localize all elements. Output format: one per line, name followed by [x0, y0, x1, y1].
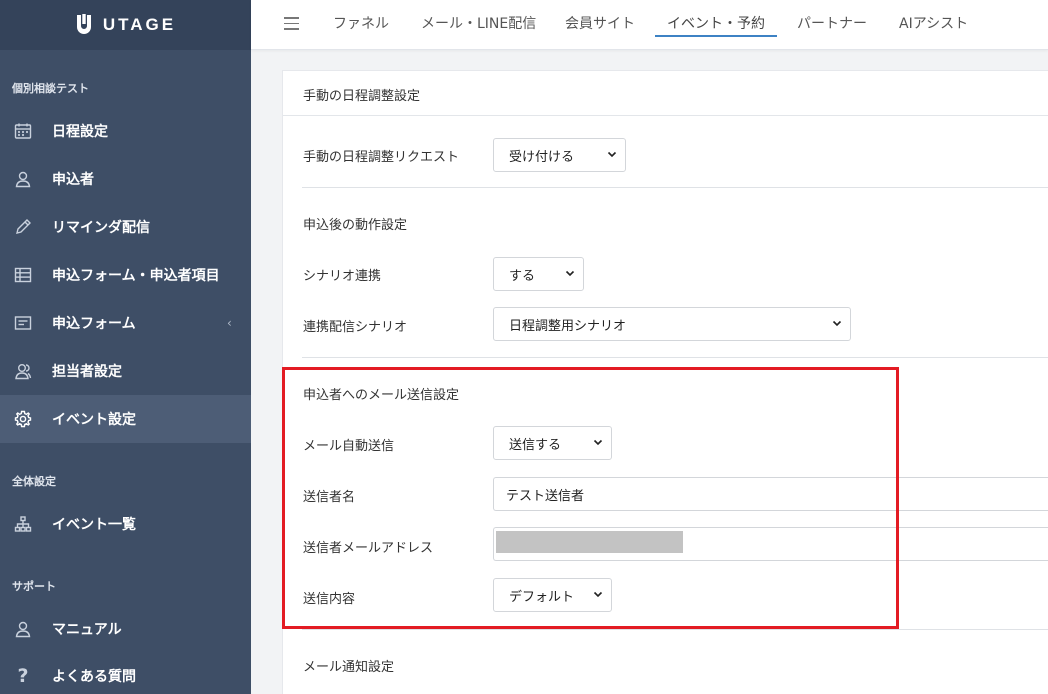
select-value: 受け付ける [509, 149, 575, 165]
utage-logo-icon [76, 14, 91, 34]
divider [302, 629, 1048, 630]
top-navbar: ファネル メール・LINE配信 会員サイト イベント・予約 パートナー AIアシ… [251, 0, 1048, 50]
calendar-icon [14, 122, 32, 140]
tab-mail-line[interactable]: メール・LINE配信 [421, 13, 536, 33]
sidebar-item-label: 申込者 [52, 172, 94, 188]
sidebar-item-reminder[interactable]: リマインダ配信 [0, 203, 251, 251]
sidebar-item-staff[interactable]: 担当者設定 [0, 347, 251, 395]
sidebar-item-label: 申込フォーム [52, 316, 136, 332]
user-icon [14, 620, 32, 638]
chevron-down-icon [593, 439, 603, 446]
sidebar-item-label: よくある質問 [52, 669, 136, 685]
question-icon: ? [17, 665, 29, 687]
sidebar-item-label: 日程設定 [52, 124, 108, 140]
sidebar-item-label: イベント一覧 [52, 517, 136, 533]
select-value: 日程調整用シナリオ [509, 318, 627, 334]
sidebar-item-label: リマインダ配信 [52, 220, 150, 236]
chevron-down-icon [607, 151, 617, 158]
sidebar-item-manual[interactable]: マニュアル [0, 605, 251, 653]
user-icon [14, 170, 32, 188]
input-value: テスト送信者 [506, 488, 585, 504]
sidebar-item-event-list[interactable]: イベント一覧 [0, 500, 251, 548]
tab-event-reservation[interactable]: イベント・予約 [667, 13, 765, 33]
redacted-block [496, 531, 683, 553]
brand-name: UTAGE [102, 15, 177, 34]
table-icon [14, 266, 32, 284]
content-select[interactable]: デフォルト [493, 578, 612, 612]
section-heading-after-apply: 申込後の動作設定 [303, 218, 408, 233]
sidebar-item-applicants[interactable]: 申込者 [0, 155, 251, 203]
chevron-down-icon [832, 320, 842, 327]
card-header: 手動の日程調整設定 [283, 71, 1048, 116]
sidebar-section-title: サポート [12, 580, 56, 593]
sidebar-item-label: マニュアル [52, 622, 122, 638]
sidebar-section-title: 個別相談テスト [12, 82, 89, 95]
sender-name-input[interactable]: テスト送信者 [493, 477, 1048, 511]
tab-partner[interactable]: パートナー [797, 13, 867, 33]
scenario-link-label: シナリオ連携 [303, 269, 382, 284]
sidebar-item-form-fields[interactable]: 申込フォーム・申込者項目 [0, 251, 251, 299]
select-value: する [509, 268, 536, 284]
sidebar-item-form[interactable]: 申込フォーム ‹ [0, 299, 251, 347]
manual-request-select[interactable]: 受け付ける [493, 138, 626, 172]
sidebar-item-label: 担当者設定 [52, 364, 122, 380]
divider [302, 357, 1048, 358]
tab-member-site[interactable]: 会員サイト [565, 13, 635, 33]
select-value: 送信する [509, 437, 562, 453]
sender-name-label: 送信者名 [303, 490, 356, 505]
scenario-select[interactable]: 日程調整用シナリオ [493, 307, 851, 341]
chevron-down-icon [565, 270, 575, 277]
menu-toggle-icon[interactable] [284, 17, 299, 31]
manual-request-label: 手動の日程調整リクエスト [303, 150, 460, 165]
auto-send-select[interactable]: 送信する [493, 426, 612, 460]
form-icon [14, 314, 32, 332]
sidebar-item-label: 申込フォーム・申込者項目 [52, 268, 220, 284]
chevron-left-icon: ‹ [227, 316, 232, 330]
content-label: 送信内容 [303, 592, 356, 607]
card-title: 手動の日程調整設定 [303, 89, 421, 104]
logo[interactable]: UTAGE [0, 0, 251, 50]
sidebar-section-title: 全体設定 [12, 475, 56, 488]
section-heading-notify: メール通知設定 [303, 660, 395, 675]
settings-card: 手動の日程調整設定 手動の日程調整リクエスト 受け付ける 申込後の動作設定 シナ… [282, 70, 1048, 694]
auto-send-label: メール自動送信 [303, 439, 395, 454]
sitemap-icon [14, 515, 32, 533]
divider [302, 187, 1048, 188]
sidebar-item-schedule[interactable]: 日程設定 [0, 107, 251, 155]
sender-email-label: 送信者メールアドレス [303, 541, 434, 556]
sidebar-item-faq[interactable]: ? よくある質問 [0, 652, 251, 694]
select-value: デフォルト [509, 589, 575, 605]
gear-icon [14, 410, 32, 428]
sender-email-input[interactable] [493, 527, 1048, 561]
tab-funnel[interactable]: ファネル [333, 13, 389, 33]
sidebar-item-label: イベント設定 [52, 412, 136, 428]
chevron-down-icon [593, 591, 603, 598]
tab-ai-assist[interactable]: AIアシスト [899, 13, 968, 33]
pencil-icon [14, 218, 32, 236]
scenario-label: 連携配信シナリオ [303, 320, 408, 335]
active-tab-indicator [655, 35, 777, 37]
sidebar-item-event-settings[interactable]: イベント設定 [0, 395, 251, 443]
users-icon [14, 362, 32, 380]
section-heading-mail-settings: 申込者へのメール送信設定 [303, 388, 460, 403]
sidebar: UTAGE 個別相談テスト 日程設定 申込者 リマインダ配信 申込フォーム・申込… [0, 0, 251, 694]
scenario-link-select[interactable]: する [493, 257, 584, 291]
